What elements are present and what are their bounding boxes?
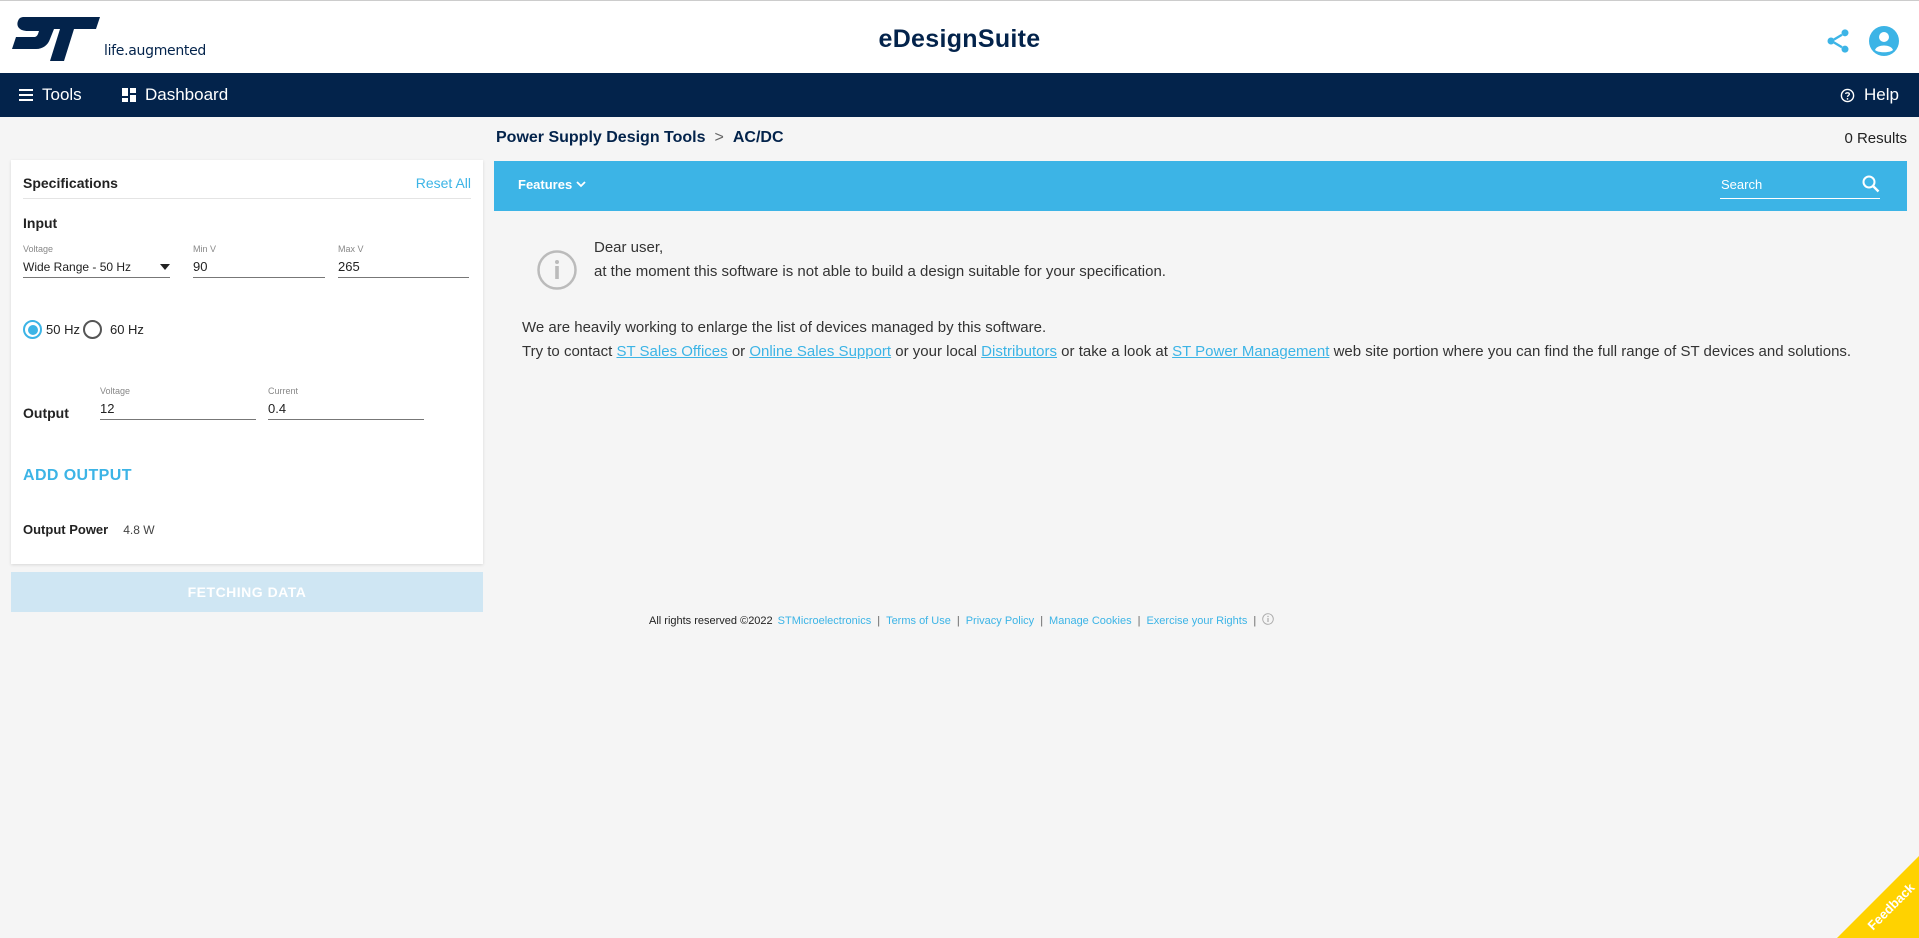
specifications-title: Specifications	[23, 175, 118, 191]
nav-dashboard-label: Dashboard	[145, 85, 229, 104]
output-power-row: Output Power 4.8 W	[23, 522, 155, 537]
breadcrumb-separator: >	[714, 129, 724, 146]
input-section-label: Input	[23, 215, 58, 231]
message-paragraph-1: We are heavily working to enlarge the li…	[522, 319, 1047, 336]
breadcrumb-current: AC/DC	[732, 129, 784, 146]
search-icon[interactable]	[1862, 175, 1880, 198]
results-count: 0 Results	[1844, 130, 1907, 147]
st-sales-offices-link[interactable]: ST Sales Offices	[616, 343, 727, 360]
menu-icon	[19, 89, 33, 101]
footer-privacy-link[interactable]: Privacy Policy	[966, 615, 1034, 627]
specifications-header: Specifications Reset All	[23, 173, 471, 199]
chevron-down-icon	[576, 181, 586, 188]
message-greeting: Dear user,	[594, 239, 664, 256]
footer-divider: |	[1253, 614, 1257, 627]
feedback-tab[interactable]: Feedback	[1837, 856, 1919, 938]
search-box	[1720, 171, 1880, 199]
text-segment: web site portion where you can find the …	[1329, 343, 1852, 360]
nav-tools-label: Tools	[42, 85, 82, 104]
output-current-label: Current	[268, 386, 299, 396]
nav-dashboard[interactable]: Dashboard	[122, 73, 228, 117]
app-title: eDesignSuite	[878, 25, 1041, 53]
output-current-field: Current	[268, 386, 424, 420]
max-voltage-input[interactable]	[338, 256, 469, 278]
output-voltage-input[interactable]	[100, 398, 256, 420]
footer-divider: |	[877, 614, 881, 627]
user-account-icon[interactable]	[1868, 25, 1900, 57]
min-voltage-input[interactable]	[193, 256, 325, 278]
footer-cookies-link[interactable]: Manage Cookies	[1049, 615, 1132, 627]
breadcrumb-parent[interactable]: Power Supply Design Tools	[496, 129, 706, 147]
output-power-value: 4.8 W	[123, 522, 155, 537]
input-voltage-value: Wide Range - 50 Hz	[23, 259, 132, 274]
nav-help[interactable]: Help	[1840, 73, 1899, 117]
footer-terms-link[interactable]: Terms of Use	[886, 615, 951, 627]
radio-60hz[interactable]	[82, 320, 102, 339]
input-voltage-field: Voltage Wide Range - 50 Hz	[23, 244, 170, 278]
add-output-button[interactable]: ADD OUTPUT	[23, 467, 132, 485]
help-icon	[1840, 88, 1855, 102]
fetching-data-button[interactable]: FETCHING DATA	[11, 572, 483, 612]
features-label: Features	[518, 177, 573, 192]
share-icon[interactable]	[1822, 25, 1854, 57]
caret-down-icon	[160, 263, 170, 270]
output-voltage-label: Voltage	[100, 386, 131, 396]
message-paragraph-2: Try to contact ST Sales Offices or Onlin…	[522, 343, 1851, 360]
footer-divider: |	[1137, 614, 1141, 627]
features-dropdown[interactable]: Features	[518, 177, 586, 192]
radio-50hz-label: 50 Hz	[46, 322, 80, 337]
min-voltage-field: Min V	[193, 244, 325, 278]
footer-rights-link[interactable]: Exercise your Rights	[1146, 615, 1247, 627]
footer-rights: All rights reserved ©2022	[649, 614, 773, 627]
reset-all-link[interactable]: Reset All	[416, 175, 471, 191]
text-segment: or	[727, 343, 750, 360]
message-line: at the moment this software is not able …	[594, 263, 1166, 280]
online-sales-support-link[interactable]: Online Sales Support	[749, 343, 891, 360]
radio-50hz[interactable]	[23, 320, 42, 339]
max-voltage-label: Max V	[338, 244, 364, 254]
text-segment: or your local	[891, 343, 982, 360]
max-voltage-field: Max V	[338, 244, 469, 278]
dashboard-icon	[122, 88, 136, 102]
st-power-management-link[interactable]: ST Power Management	[1172, 343, 1329, 360]
radio-60hz-label: 60 Hz	[109, 322, 144, 337]
main-nav: Tools Dashboard Help	[0, 73, 1919, 117]
specifications-panel: Specifications Reset All Input Voltage W…	[11, 160, 483, 564]
footer-company-link[interactable]: STMicroelectronics	[778, 615, 872, 627]
frequency-radio-group: 50 Hz 60 Hz	[23, 320, 144, 339]
footer: All rights reserved ©2022 STMicroelectro…	[649, 613, 1274, 628]
output-section-label: Output	[23, 405, 69, 421]
footer-divider: |	[956, 614, 960, 627]
output-power-label: Output Power	[23, 522, 109, 537]
text-segment: or take a look at	[1057, 343, 1173, 360]
input-voltage-label: Voltage	[23, 244, 54, 254]
footer-divider: |	[1040, 614, 1044, 627]
input-voltage-select[interactable]: Wide Range - 50 Hz	[23, 256, 170, 278]
top-header: life.augmented eDesignSuite	[0, 0, 1919, 73]
output-voltage-field: Voltage	[100, 386, 256, 420]
features-bar: Features	[494, 161, 1907, 211]
nav-help-label: Help	[1864, 85, 1899, 104]
nav-tools[interactable]: Tools	[19, 73, 82, 117]
min-voltage-label: Min V	[193, 244, 217, 254]
info-icon	[537, 250, 577, 295]
text-segment: Try to contact	[522, 343, 617, 360]
search-input[interactable]	[1720, 171, 1845, 197]
footer-info-icon[interactable]	[1262, 613, 1274, 628]
output-current-input[interactable]	[268, 398, 424, 420]
distributors-link[interactable]: Distributors	[981, 343, 1057, 360]
breadcrumb: Power Supply Design Tools > AC/DC	[496, 129, 784, 147]
